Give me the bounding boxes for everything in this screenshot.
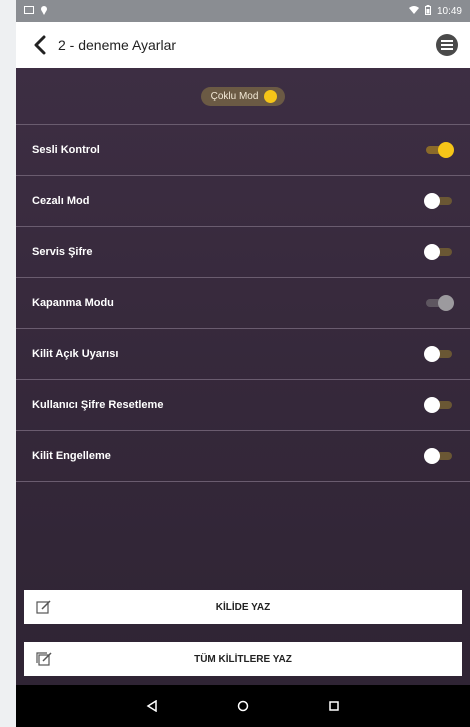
nav-recents-button[interactable] xyxy=(328,700,340,712)
wifi-icon xyxy=(408,5,419,17)
image-icon xyxy=(24,5,34,17)
write-lock-label: KİLİDE YAZ xyxy=(215,601,271,613)
setting-label: Kilit Engelleme xyxy=(32,450,111,462)
page-title: 2 - deneme Ayarlar xyxy=(58,37,177,53)
setting-label: Kilit Açık Uyarısı xyxy=(32,348,119,360)
device-screen: 10:49 2 - deneme Ayarlar Çoklu Mod Sesli… xyxy=(16,0,470,727)
setting-toggle[interactable] xyxy=(424,448,454,464)
setting-label: Cezalı Mod xyxy=(32,195,90,207)
setting-toggle[interactable] xyxy=(424,244,454,260)
back-button[interactable] xyxy=(28,33,52,57)
square-recents-icon xyxy=(329,701,340,711)
settings-row: Kullanıcı Şifre Resetleme xyxy=(16,380,470,431)
menu-button[interactable] xyxy=(436,34,458,56)
write-all-locks-label: TÜM KİLİTLERE YAZ xyxy=(194,653,292,665)
system-nav-bar xyxy=(16,685,470,727)
edit-multiple-icon xyxy=(36,651,52,667)
mode-section: Çoklu Mod xyxy=(16,68,470,125)
multi-mode-toggle[interactable]: Çoklu Mod xyxy=(200,86,286,106)
battery-icon xyxy=(424,4,431,18)
toggle-knob xyxy=(264,89,278,103)
write-all-locks-button[interactable]: TÜM KİLİTLERE YAZ xyxy=(24,642,462,676)
settings-row: Kilit Açık Uyarısı xyxy=(16,329,470,380)
location-icon xyxy=(40,5,48,18)
settings-content: Çoklu Mod Sesli Kontrol Cezalı Mod Servi… xyxy=(16,68,470,685)
setting-toggle[interactable] xyxy=(424,397,454,413)
setting-label: Sesli Kontrol xyxy=(32,144,100,156)
settings-row: Servis Şifre xyxy=(16,227,470,278)
setting-toggle[interactable] xyxy=(424,142,454,158)
settings-row: Cezalı Mod xyxy=(16,176,470,227)
setting-label: Kapanma Modu xyxy=(32,297,114,309)
nav-back-button[interactable] xyxy=(146,700,158,712)
settings-row: Sesli Kontrol xyxy=(16,125,470,176)
settings-list: Sesli Kontrol Cezalı Mod Servis Şifre Ka… xyxy=(16,125,470,482)
setting-label: Servis Şifre xyxy=(32,246,93,258)
nav-home-button[interactable] xyxy=(237,700,249,712)
settings-row: Kapanma Modu xyxy=(16,278,470,329)
app-bar: 2 - deneme Ayarlar xyxy=(16,22,470,68)
triangle-back-icon xyxy=(146,700,157,712)
circle-home-icon xyxy=(237,700,249,712)
chevron-left-icon xyxy=(34,35,46,55)
multi-mode-label: Çoklu Mod xyxy=(210,90,259,102)
menu-icon xyxy=(441,40,453,42)
write-lock-button[interactable]: KİLİDE YAZ xyxy=(24,590,462,624)
status-bar: 10:49 xyxy=(16,0,470,22)
setting-toggle[interactable] xyxy=(424,346,454,362)
settings-row: Kilit Engelleme xyxy=(16,431,470,482)
edit-icon xyxy=(36,599,52,615)
setting-toggle[interactable] xyxy=(424,193,454,209)
status-time: 10:49 xyxy=(436,5,462,17)
setting-label: Kullanıcı Şifre Resetleme xyxy=(32,399,164,411)
setting-toggle[interactable] xyxy=(424,295,454,311)
